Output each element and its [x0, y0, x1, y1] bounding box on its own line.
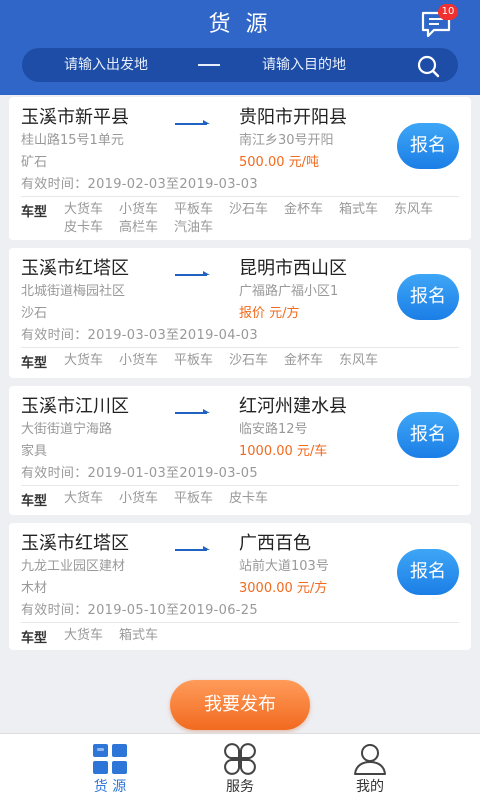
search-separator: [198, 64, 220, 66]
card-divider: [21, 196, 459, 197]
freight-price: 3000.00 元/方: [239, 581, 328, 596]
destination-city: 昆明市西山区: [239, 258, 347, 279]
vehicle-type-tag: 箱式车: [339, 202, 379, 217]
validity-period: 有效时间：2019-05-10至2019-06-25: [21, 603, 258, 618]
clover-icon: [224, 743, 256, 775]
route-arrow-icon: [175, 120, 210, 125]
vehicle-type-list: 大货车 小货车 平板车 沙石车 金杯车 东风车: [64, 352, 459, 370]
origin-address: 北城街道梅园社区: [21, 284, 126, 299]
vehicle-type-tag: 平板车: [174, 353, 214, 368]
publish-button[interactable]: 我要发布: [170, 680, 310, 730]
tab-mine[interactable]: 我的: [290, 734, 450, 800]
origin-city: 玉溪市红塔区: [21, 258, 129, 279]
card-divider: [21, 622, 459, 623]
vehicle-type-tag: 平板车: [174, 491, 214, 506]
goods-type: 沙石: [21, 306, 48, 321]
validity-period: 有效时间：2019-02-03至2019-03-03: [21, 177, 258, 192]
cargo-card[interactable]: 玉溪市新平县 桂山路15号1单元 矿石 贵阳市开阳县 南江乡30号开阳 500.…: [9, 97, 471, 240]
vehicle-type-tag: 大货车: [64, 628, 104, 643]
destination-input[interactable]: 请输入目的地: [262, 48, 346, 82]
user-icon: [354, 744, 386, 775]
route-arrow-icon: [175, 271, 210, 276]
validity-period: 有效时间：2019-01-03至2019-03-05: [21, 466, 258, 481]
destination-city: 广西百色: [239, 533, 311, 554]
goods-type: 木材: [21, 581, 48, 596]
vehicle-type-tag: 东风车: [339, 353, 379, 368]
bottom-tab-bar: 货 源 服务 我的: [0, 733, 480, 800]
destination-city: 红河州建水县: [239, 396, 347, 417]
route-arrow-icon: [175, 546, 210, 551]
vehicle-type-label: 车型: [21, 494, 48, 509]
destination-address: 站前大道103号: [239, 559, 329, 574]
card-divider: [21, 347, 459, 348]
vehicle-type-tag: 高栏车: [119, 220, 159, 235]
destination-address: 广福路广福小区1: [239, 284, 339, 299]
vehicle-type-tag: 沙石车: [229, 202, 269, 217]
vehicle-type-tag: 汽油车: [174, 220, 214, 235]
freight-price: 500.00 元/吨: [239, 155, 319, 170]
vehicle-type-list: 大货车 小货车 平板车 沙石车 金杯车 箱式车 东风车 皮卡车 高栏车 汽油车: [64, 201, 459, 237]
origin-address: 桂山路15号1单元: [21, 133, 124, 148]
origin-city: 玉溪市江川区: [21, 396, 129, 417]
vehicle-type-tag: 小货车: [119, 491, 159, 506]
vehicle-type-tag: 皮卡车: [229, 491, 269, 506]
vehicle-type-tag: 小货车: [119, 353, 159, 368]
apply-button[interactable]: 报名: [397, 274, 459, 320]
freight-price: 1000.00 元/车: [239, 444, 328, 459]
departure-input[interactable]: 请输入出发地: [64, 48, 148, 82]
vehicle-type-list: 大货车 小货车 平板车 皮卡车: [64, 490, 459, 508]
apply-button[interactable]: 报名: [397, 412, 459, 458]
apply-button[interactable]: 报名: [397, 123, 459, 169]
origin-city: 玉溪市红塔区: [21, 533, 129, 554]
cargo-card[interactable]: 玉溪市江川区 大街街道宁海路 家具 红河州建水县 临安路12号 1000.00 …: [9, 386, 471, 515]
origin-address: 九龙工业园区建材: [21, 559, 126, 574]
message-button[interactable]: 10: [418, 4, 458, 38]
vehicle-type-list: 大货车 箱式车: [64, 627, 459, 645]
search-bar: 请输入出发地 请输入目的地: [22, 48, 458, 82]
header-bar: 货 源 10 请输入出发地 请输入目的地: [0, 0, 480, 95]
vehicle-type-tag: 大货车: [64, 353, 104, 368]
vehicle-type-label: 车型: [21, 205, 48, 220]
vehicle-type-tag: 箱式车: [119, 628, 159, 643]
vehicle-type-label: 车型: [21, 631, 48, 646]
vehicle-type-tag: 沙石车: [229, 353, 269, 368]
route-arrow-icon: [175, 409, 210, 414]
vehicle-type-tag: 金杯车: [284, 353, 324, 368]
destination-address: 南江乡30号开阳: [239, 133, 334, 148]
apply-button[interactable]: 报名: [397, 549, 459, 595]
vehicle-type-label: 车型: [21, 356, 48, 371]
tab-label: 我的: [356, 779, 384, 795]
cargo-card[interactable]: 玉溪市红塔区 九龙工业园区建材 木材 广西百色 站前大道103号 3000.00…: [9, 523, 471, 650]
vehicle-type-tag: 东风车: [394, 202, 434, 217]
vehicle-type-tag: 皮卡车: [64, 220, 104, 235]
validity-period: 有效时间：2019-03-03至2019-04-03: [21, 328, 258, 343]
grid-icon: [93, 744, 127, 774]
message-badge: 10: [438, 4, 458, 20]
freight-price: 报价 元/方: [239, 306, 300, 321]
vehicle-type-tag: 大货车: [64, 491, 104, 506]
search-icon[interactable]: [416, 54, 440, 78]
vehicle-type-tag: 平板车: [174, 202, 214, 217]
vehicle-type-tag: 大货车: [64, 202, 104, 217]
page-title: 货 源: [208, 12, 272, 37]
destination-address: 临安路12号: [239, 422, 308, 437]
vehicle-type-tag: 小货车: [119, 202, 159, 217]
origin-address: 大街街道宁海路: [21, 422, 113, 437]
origin-city: 玉溪市新平县: [21, 107, 129, 128]
destination-city: 贵阳市开阳县: [239, 107, 347, 128]
vehicle-type-tag: 金杯车: [284, 202, 324, 217]
goods-type: 家具: [21, 444, 48, 459]
card-divider: [21, 485, 459, 486]
goods-type: 矿石: [21, 155, 48, 170]
cargo-card[interactable]: 玉溪市红塔区 北城街道梅园社区 沙石 昆明市西山区 广福路广福小区1 报价 元/…: [9, 248, 471, 378]
